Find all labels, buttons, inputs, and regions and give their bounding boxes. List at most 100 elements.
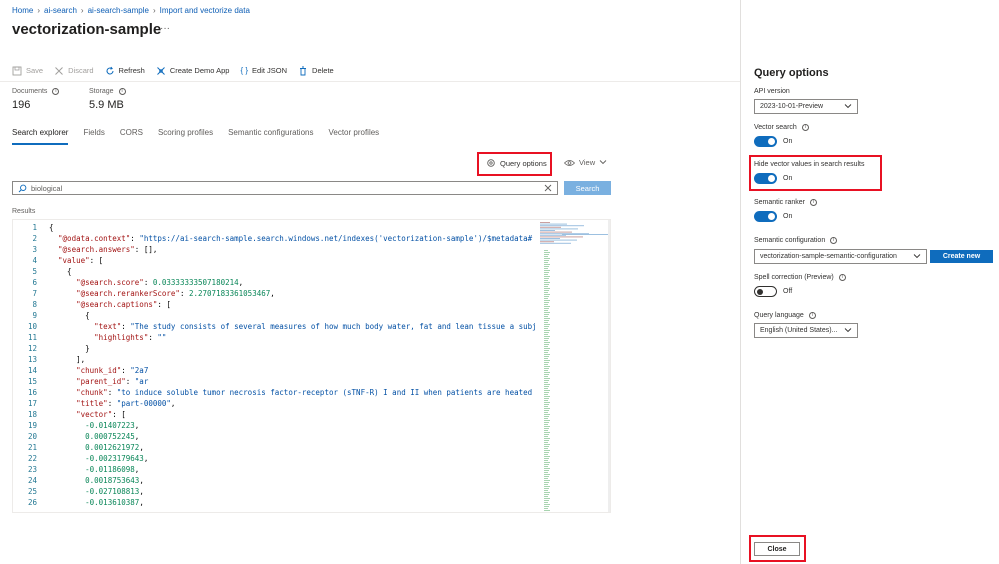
breadcrumb-ai-search-sample[interactable]: ai-search-sample [88, 6, 149, 15]
line-number: 4 [32, 256, 37, 265]
eye-icon [564, 159, 575, 167]
minimap-line [544, 392, 549, 393]
minimap-line [544, 438, 550, 439]
line-number: 19 [27, 421, 37, 430]
minimap-line [544, 454, 548, 455]
view-dropdown[interactable]: View [564, 158, 607, 167]
vector-search-toggle[interactable]: On [754, 136, 792, 147]
minimap-line [544, 472, 548, 473]
minimap-line [544, 286, 548, 287]
minimap-line [544, 314, 549, 315]
hide-vector-toggle[interactable]: On [754, 173, 792, 184]
search-button[interactable]: Search [564, 181, 611, 195]
save-button[interactable]: Save [12, 66, 43, 76]
code-line: 24 0.0018753643, [13, 475, 537, 486]
semantic-ranker-toggle[interactable]: On [754, 211, 792, 222]
line-number: 10 [27, 322, 37, 331]
code-line: 21 0.0012621972, [13, 442, 537, 453]
api-version-dropdown[interactable]: 2023-10-01-Preview [754, 99, 858, 114]
braces-icon: { } [240, 66, 249, 75]
more-options-button[interactable]: ··· [160, 23, 170, 34]
breadcrumb-home[interactable]: Home [12, 6, 33, 15]
minimap-line [544, 270, 550, 271]
tab-scoring-profiles[interactable]: Scoring profiles [158, 128, 213, 145]
info-icon[interactable]: i [808, 312, 816, 319]
toggle-switch[interactable] [754, 173, 777, 184]
minimap-line [544, 322, 548, 323]
minimap-line [544, 332, 549, 333]
info-icon[interactable]: i [838, 274, 846, 281]
info-icon[interactable]: i [118, 88, 126, 95]
tab-vector-profiles[interactable]: Vector profiles [328, 128, 379, 145]
minimap-line [544, 444, 550, 445]
minimap-line [540, 242, 571, 244]
line-number: 20 [27, 432, 37, 441]
editor-minimap[interactable] [538, 220, 610, 513]
tab-fields[interactable]: Fields [83, 128, 104, 145]
toggle-switch[interactable] [754, 286, 777, 297]
search-field [12, 181, 558, 195]
minimap-line [544, 310, 548, 311]
minimap-line [562, 234, 608, 235]
minimap-line [544, 338, 549, 339]
spell-correction-toggle[interactable]: Off [754, 286, 792, 297]
breadcrumb-ai-search[interactable]: ai-search [44, 6, 77, 15]
tab-semantic-configurations[interactable]: Semantic configurations [228, 128, 313, 145]
minimap-line [544, 406, 548, 407]
minimap-line [540, 238, 560, 239]
minimap-line [544, 266, 549, 267]
minimap-line [544, 398, 549, 399]
line-number: 26 [27, 498, 37, 507]
minimap-line [544, 340, 548, 341]
info-icon[interactable]: i [830, 237, 838, 244]
code-text: -0.01186098, [85, 465, 140, 474]
hide-vector-state: On [783, 175, 793, 182]
tab-search-explorer[interactable]: Search explorer [12, 128, 69, 145]
minimap-line [544, 416, 549, 417]
results-editor[interactable]: 1{2 "@odata.context": "https://ai-search… [12, 219, 611, 513]
clear-icon[interactable] [544, 184, 552, 192]
minimap-line [540, 230, 555, 231]
create-new-button[interactable]: Create new [930, 250, 993, 263]
code-line: 2 "@odata.context": "https://ai-search-s… [13, 233, 537, 244]
minimap-line [544, 302, 549, 303]
spell-correction-label: Spell correction (Preview) i [754, 274, 846, 281]
minimap-line [544, 426, 550, 427]
semantic-ranker-state: On [783, 213, 793, 220]
minimap-line [540, 228, 578, 230]
query-language-value: English (United States)... [760, 327, 838, 334]
refresh-button[interactable]: Refresh [105, 66, 145, 76]
minimap-line [544, 456, 550, 457]
minimap-line [544, 480, 550, 481]
search-input[interactable] [27, 183, 544, 193]
edit-json-label: Edit JSON [252, 66, 288, 75]
close-button[interactable]: Close [754, 542, 800, 556]
edit-json-button[interactable]: { } Edit JSON [240, 66, 287, 75]
info-icon[interactable]: i [801, 124, 809, 131]
minimap-line [544, 378, 550, 379]
query-options-button[interactable]: Query options [486, 158, 547, 168]
semantic-ranker-label-text: Semantic ranker [754, 199, 805, 206]
minimap-line [544, 330, 550, 331]
minimap-line [544, 428, 549, 429]
minimap-line [544, 478, 548, 479]
create-demo-app-button[interactable]: Create Demo App [156, 66, 229, 76]
refresh-icon [105, 66, 115, 76]
minimap-line [544, 464, 549, 465]
minimap-line [544, 414, 550, 415]
documents-stat: Documents i 196 [12, 88, 60, 111]
delete-button[interactable]: Delete [298, 66, 334, 76]
query-language-dropdown[interactable]: English (United States)... [754, 323, 858, 338]
breadcrumb-import-vectorize[interactable]: Import and vectorize data [160, 6, 250, 15]
semantic-config-dropdown[interactable]: vectorization-sample-semantic-configurat… [754, 249, 927, 264]
toggle-switch[interactable] [754, 136, 777, 147]
toggle-switch[interactable] [754, 211, 777, 222]
storage-value: 5.9 MB [89, 99, 124, 111]
info-icon[interactable]: i [809, 199, 817, 206]
line-number: 15 [27, 377, 37, 386]
tab-cors[interactable]: CORS [120, 128, 143, 145]
code-text: -0.0023179643, [85, 454, 149, 463]
gear-icon [486, 158, 496, 168]
discard-button[interactable]: Discard [54, 66, 94, 76]
info-icon[interactable]: i [52, 88, 60, 95]
